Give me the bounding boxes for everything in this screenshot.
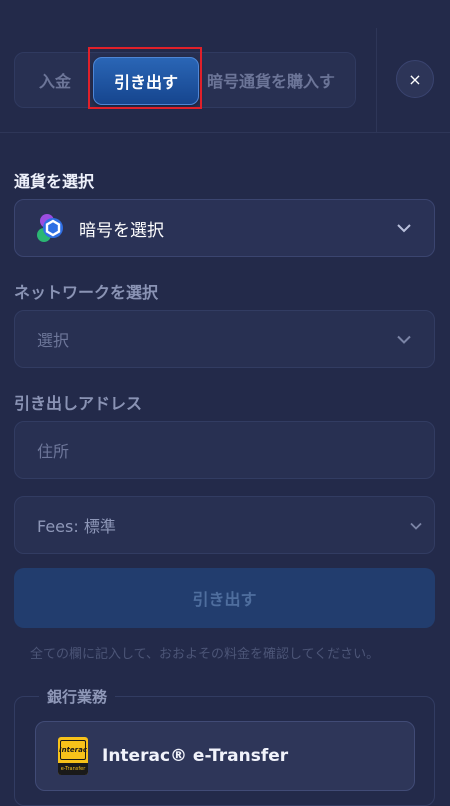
- fees-value: Fees: 標準: [37, 517, 116, 536]
- withdraw-button[interactable]: 引き出す: [14, 568, 435, 628]
- bank-section: 銀行業務 Interac e-Transfer Interac® e-Trans…: [14, 686, 435, 806]
- close-button[interactable]: ×: [396, 60, 434, 98]
- tab-withdraw[interactable]: 引き出す: [93, 57, 199, 105]
- address-input[interactable]: 住所: [14, 421, 435, 479]
- fee-hint: 全ての欄に記入して、おおよその料金を確認してください。: [30, 647, 380, 662]
- chevron-down-icon: [396, 218, 412, 238]
- fees-select[interactable]: Fees: 標準: [14, 496, 435, 554]
- header-divider: [376, 28, 377, 132]
- bank-option-label: Interac® e-Transfer: [102, 746, 289, 766]
- crypto-coin-icon: [33, 211, 67, 245]
- currency-label: 通貨を選択: [14, 172, 95, 191]
- address-label: 引き出しアドレス: [14, 394, 143, 413]
- bank-legend: 銀行業務: [39, 686, 116, 707]
- tab-buy-crypto[interactable]: 暗号通貨を購入す: [207, 53, 355, 107]
- network-placeholder: 選択: [37, 331, 70, 350]
- bank-option-interac[interactable]: Interac e-Transfer Interac® e-Transfer: [35, 721, 415, 791]
- tab-bar: 入金 引き出す 暗号通貨を購入す: [14, 52, 356, 108]
- chevron-down-icon: [410, 516, 422, 535]
- tab-deposit[interactable]: 入金: [15, 53, 95, 107]
- network-select[interactable]: 選択: [14, 310, 435, 368]
- currency-value: 暗号を選択: [79, 220, 164, 241]
- close-icon: ×: [408, 69, 422, 89]
- chevron-down-icon: [396, 330, 412, 349]
- address-placeholder: 住所: [37, 442, 70, 461]
- currency-select[interactable]: 暗号を選択: [14, 199, 435, 257]
- network-label: ネットワークを選択: [14, 283, 159, 302]
- interac-logo-icon: Interac e-Transfer: [58, 737, 88, 775]
